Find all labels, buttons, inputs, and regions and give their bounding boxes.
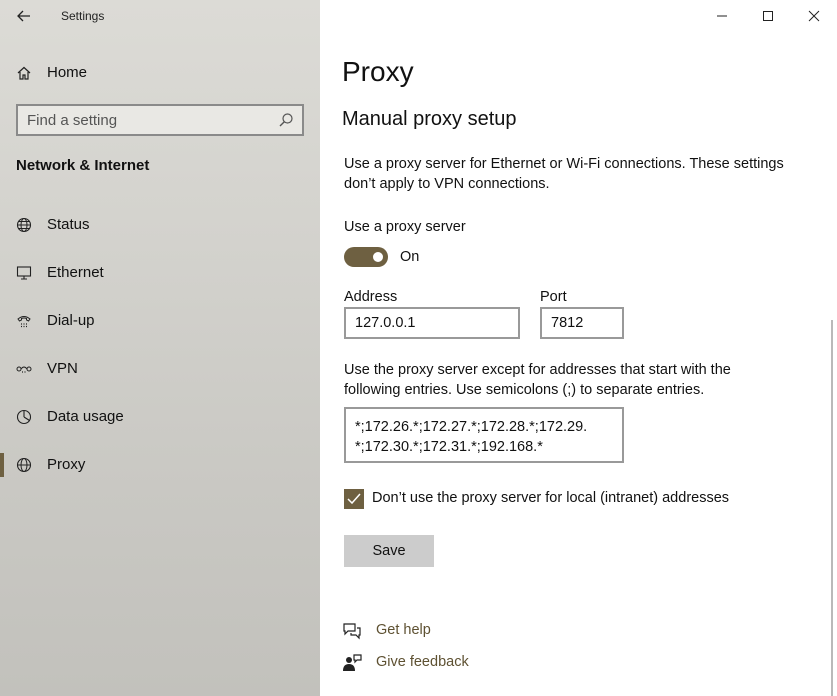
sidebar: Settings Home Network & Internet Status … [0, 0, 320, 696]
give-feedback-link[interactable]: Give feedback [342, 651, 482, 675]
use-proxy-toggle[interactable] [344, 247, 388, 267]
sidebar-item-ethernet[interactable]: Ethernet [0, 255, 320, 291]
exceptions-line: *;172.26.*;172.27.*;172.28.*;172.29. [355, 419, 588, 435]
globe-icon [16, 457, 32, 473]
toggle-knob [373, 252, 383, 262]
maximize-icon [763, 11, 773, 21]
checkmark-icon [347, 493, 361, 505]
help-chat-icon [343, 623, 361, 640]
sidebar-item-label: Status [47, 216, 90, 233]
address-field[interactable] [344, 307, 520, 339]
sidebar-item-data-usage[interactable]: Data usage [0, 399, 320, 435]
sidebar-item-dialup[interactable]: Dial-up [0, 303, 320, 339]
app-title: Settings [61, 9, 105, 23]
sidebar-item-vpn[interactable]: VPN [0, 351, 320, 387]
get-help-label: Get help [376, 622, 431, 638]
back-button[interactable] [12, 4, 36, 28]
feedback-person-icon [343, 654, 362, 671]
local-bypass-checkbox[interactable] [344, 489, 364, 509]
port-field[interactable] [540, 307, 624, 339]
sidebar-item-label: Dial-up [47, 312, 95, 329]
active-indicator [0, 453, 4, 477]
give-feedback-label: Give feedback [376, 654, 469, 670]
page-title: Proxy [342, 56, 414, 87]
get-help-link[interactable]: Get help [342, 619, 462, 643]
exceptions-textarea[interactable]: . . . . *;172.26.*;172.27.*;172.28.*;172… [344, 407, 624, 463]
port-input[interactable] [551, 313, 623, 333]
sidebar-item-proxy[interactable]: Proxy [0, 447, 320, 483]
toggle-state-label: On [400, 249, 420, 265]
local-bypass-label: Don’t use the proxy server for local (in… [372, 490, 730, 506]
address-input[interactable] [355, 313, 510, 333]
dialup-phone-icon [17, 316, 31, 328]
minimize-icon [717, 15, 727, 17]
sidebar-item-status[interactable]: Status [0, 207, 320, 243]
scrollbar[interactable] [831, 320, 833, 696]
arrow-left-icon [17, 10, 30, 22]
sidebar-item-label: Data usage [47, 408, 124, 425]
search-icon [279, 113, 293, 127]
maximize-button[interactable] [745, 0, 791, 32]
section-heading: Manual proxy setup [342, 108, 517, 130]
home-icon [17, 66, 31, 80]
search-input[interactable] [27, 110, 267, 130]
proxy-description: Use a proxy server for Ethernet or Wi-Fi… [344, 156, 784, 192]
exceptions-description: Use the proxy server except for addresse… [344, 362, 731, 398]
exceptions-line: *;172.30.*;172.31.*;192.168.* [355, 439, 543, 455]
address-label: Address [344, 289, 398, 305]
sidebar-item-label: VPN [47, 360, 78, 377]
close-button[interactable] [791, 0, 837, 32]
sidebar-item-label: Proxy [47, 456, 86, 473]
save-button[interactable]: Save [344, 535, 434, 567]
minimize-button[interactable] [699, 0, 745, 32]
data-usage-icon [16, 409, 32, 425]
section-title: Network & Internet [16, 157, 150, 174]
nav-home-label: Home [47, 64, 88, 81]
port-label: Port [540, 289, 567, 305]
monitor-ethernet-icon [16, 266, 32, 280]
globe-status-icon [16, 217, 32, 233]
scrolled-text-fragment: . . . . [355, 409, 565, 415]
close-icon [808, 10, 820, 22]
use-proxy-label: Use a proxy server [344, 219, 466, 235]
main-content: Proxy Manual proxy setup Use a proxy ser… [320, 0, 837, 696]
nav-home[interactable]: Home [0, 56, 320, 90]
search-field[interactable] [16, 104, 304, 136]
vpn-icon [16, 366, 32, 373]
sidebar-item-label: Ethernet [47, 264, 104, 281]
